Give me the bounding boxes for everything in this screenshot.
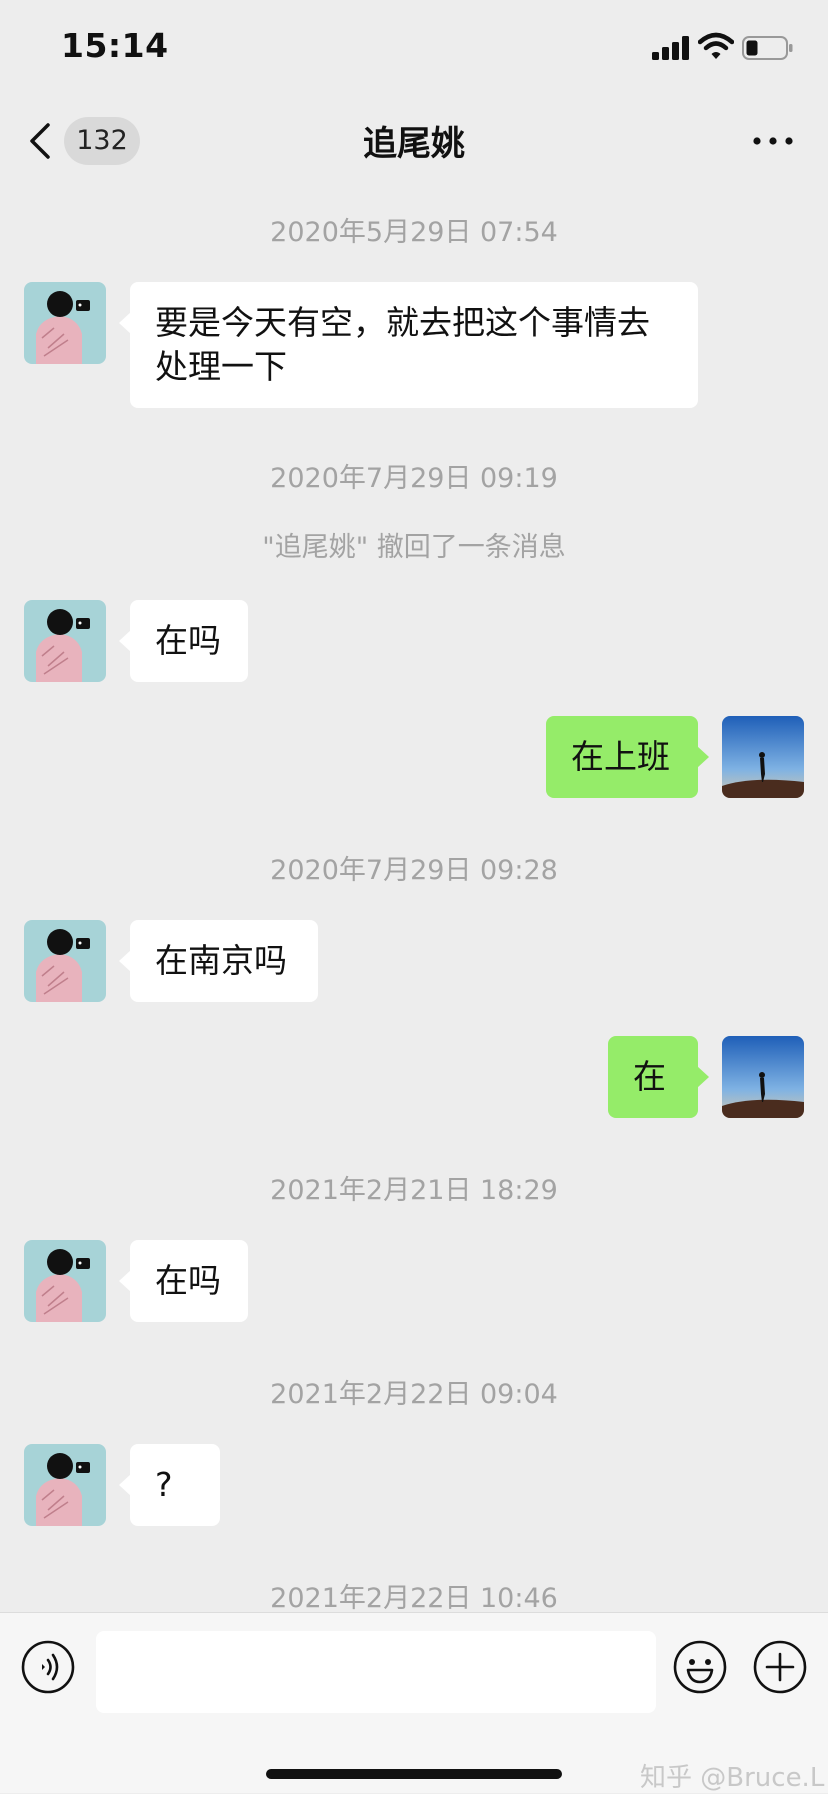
incoming-message[interactable]: ? bbox=[119, 1444, 220, 1526]
incoming-message[interactable]: 在吗 bbox=[119, 1240, 248, 1322]
emoji-icon[interactable] bbox=[672, 1639, 728, 1695]
timestamp: 2021年2月21日 18:29 bbox=[270, 1175, 558, 1206]
person-icon bbox=[24, 1444, 106, 1526]
signal-icon bbox=[652, 36, 689, 60]
person-icon bbox=[24, 1240, 106, 1322]
timestamp: 2021年2月22日 09:04 bbox=[270, 1379, 558, 1410]
timestamp: 2020年7月29日 09:28 bbox=[270, 855, 558, 886]
my-avatar[interactable] bbox=[722, 716, 804, 798]
incoming-message[interactable]: 要是今天有空，就去把这个事情去 处理一下 bbox=[119, 282, 698, 408]
contact-avatar[interactable] bbox=[24, 1444, 106, 1526]
status-time: 15:14 bbox=[61, 26, 169, 65]
recall-notice: "追尾姚" 撤回了一条消息 bbox=[262, 532, 566, 563]
timestamp: 2020年7月29日 09:19 bbox=[270, 463, 558, 494]
back-button[interactable]: 132 bbox=[26, 115, 146, 167]
unread-count-badge: 132 bbox=[64, 117, 140, 165]
home-indicator[interactable] bbox=[266, 1769, 562, 1779]
timestamp: 2021年2月22日 10:46 bbox=[270, 1583, 558, 1614]
message-input[interactable] bbox=[96, 1631, 656, 1713]
input-bar: 知乎 @Bruce.L bbox=[0, 1612, 828, 1793]
landscape-photo bbox=[722, 1036, 804, 1118]
contact-avatar[interactable] bbox=[24, 920, 106, 1002]
voice-icon[interactable] bbox=[20, 1639, 76, 1695]
timestamp: 2020年5月29日 07:54 bbox=[270, 217, 558, 248]
incoming-message[interactable]: 在南京吗 bbox=[119, 920, 318, 1002]
plus-icon[interactable] bbox=[752, 1639, 808, 1695]
contact-avatar[interactable] bbox=[24, 600, 106, 682]
outgoing-message[interactable]: 在 bbox=[608, 1036, 709, 1118]
my-avatar[interactable] bbox=[722, 1036, 804, 1118]
person-icon bbox=[24, 282, 106, 364]
person-icon bbox=[24, 920, 106, 1002]
watermark: 知乎 @Bruce.L bbox=[640, 1763, 825, 1793]
contact-avatar[interactable] bbox=[24, 282, 106, 364]
more-dots-icon[interactable] bbox=[748, 126, 798, 156]
outgoing-message[interactable]: 在上班 bbox=[546, 716, 709, 798]
person-icon bbox=[24, 600, 106, 682]
chevron-left-icon bbox=[30, 123, 50, 159]
battery-icon bbox=[742, 36, 793, 60]
incoming-message[interactable]: 在吗 bbox=[119, 600, 248, 682]
contact-avatar[interactable] bbox=[24, 1240, 106, 1322]
chat-title: 追尾姚 bbox=[363, 124, 465, 164]
wifi-icon bbox=[698, 32, 734, 59]
landscape-photo bbox=[722, 716, 804, 798]
